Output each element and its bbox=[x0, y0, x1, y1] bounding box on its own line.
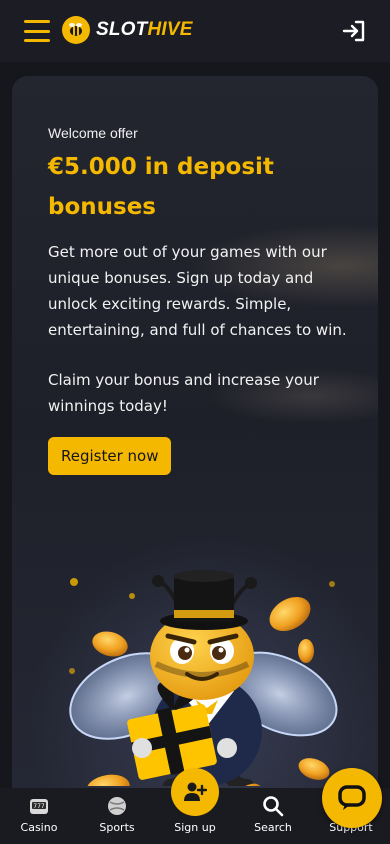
offer-description-secondary: Claim your bonus and increase your winni… bbox=[48, 371, 319, 415]
register-now-button[interactable]: Register now bbox=[48, 437, 172, 475]
offer-description: Get more out of your games with our uniq… bbox=[48, 243, 347, 339]
offer-eyebrow: Welcome offer bbox=[48, 125, 138, 141]
page: SLOTHIVE Welcome offer €5.000 in deposit… bbox=[0, 0, 390, 844]
bee-logo-icon bbox=[62, 16, 90, 44]
nav-casino-label: Casino bbox=[20, 821, 58, 834]
slot-machine-icon: 777 bbox=[28, 795, 50, 817]
hamburger-icon[interactable] bbox=[24, 20, 50, 42]
chat-icon[interactable] bbox=[322, 768, 382, 828]
ball-icon bbox=[106, 795, 128, 817]
login-icon[interactable] bbox=[340, 17, 368, 45]
search-icon bbox=[262, 795, 284, 817]
add-user-icon[interactable] bbox=[171, 768, 219, 816]
brand-logo[interactable]: SLOTHIVE bbox=[62, 16, 193, 44]
nav-search[interactable]: Search bbox=[238, 795, 308, 834]
svg-text:777: 777 bbox=[33, 803, 45, 810]
nav-search-label: Search bbox=[254, 821, 292, 834]
bee-mascot-image bbox=[69, 570, 338, 786]
offer-text-block: Welcome offer €5.000 in deposit bonuses … bbox=[48, 125, 348, 475]
nav-signup-label: Sign up bbox=[174, 821, 216, 834]
nav-sports[interactable]: Sports bbox=[82, 795, 152, 834]
welcome-offer-card: Welcome offer €5.000 in deposit bonuses … bbox=[12, 76, 378, 844]
brand-wordmark: SLOTHIVE bbox=[96, 19, 193, 41]
brand-wordmark-part2: HIVE bbox=[147, 19, 193, 40]
top-header: SLOTHIVE bbox=[0, 0, 390, 62]
offer-headline: €5.000 in deposit bonuses bbox=[48, 154, 274, 220]
brand-wordmark-part1: SLOT bbox=[96, 19, 148, 40]
nav-casino[interactable]: 777 Casino bbox=[4, 795, 74, 834]
nav-sports-label: Sports bbox=[99, 821, 135, 834]
